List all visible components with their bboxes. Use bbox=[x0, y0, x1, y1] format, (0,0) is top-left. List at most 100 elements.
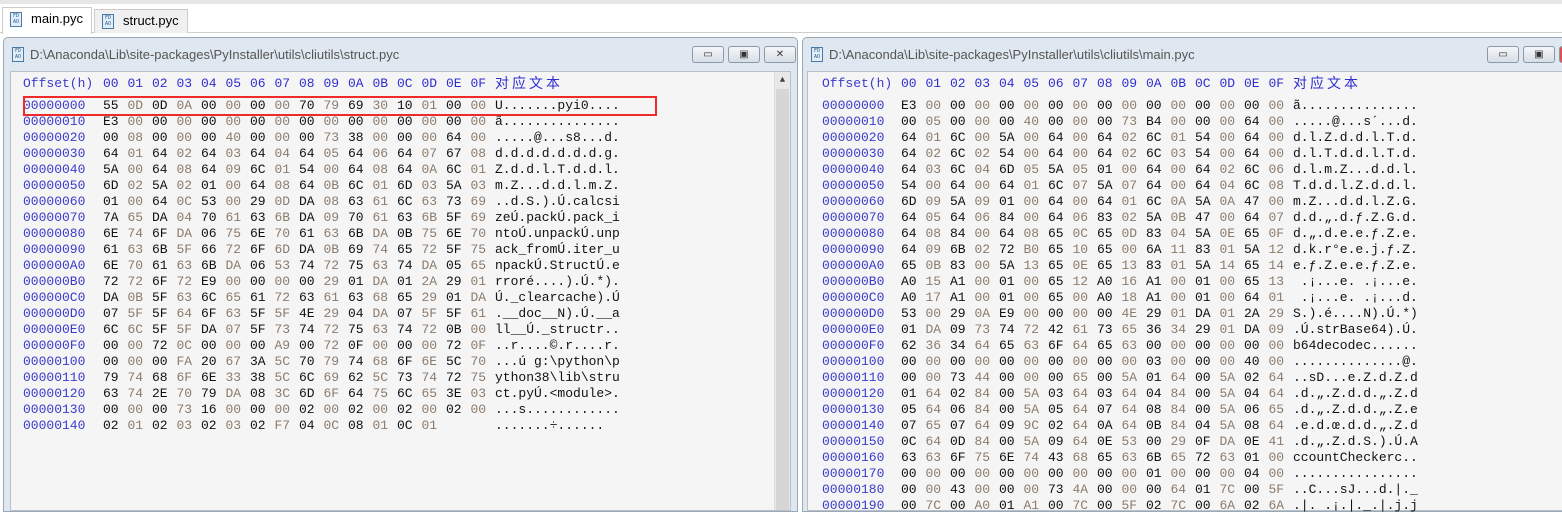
hex-byte[interactable]: 5F bbox=[177, 322, 201, 338]
hex-byte[interactable]: 6C bbox=[348, 178, 372, 194]
hex-byte[interactable]: 72 bbox=[177, 274, 201, 290]
hex-byte[interactable]: 02 bbox=[1048, 418, 1072, 434]
hex-byte[interactable]: 73 bbox=[397, 370, 421, 386]
window-titlebar[interactable]: FD AO D:\Anaconda\Lib\site-packages\PyIns… bbox=[4, 38, 797, 70]
vertical-scrollbar[interactable]: ▲ bbox=[774, 72, 790, 510]
row-text[interactable]: ll__Ú._structr.. bbox=[495, 322, 620, 338]
close-button[interactable]: ✕ bbox=[764, 46, 796, 63]
hex-byte[interactable]: 0E bbox=[1073, 258, 1097, 274]
hex-byte[interactable]: 00 bbox=[299, 130, 323, 146]
hex-byte[interactable]: 61 bbox=[1073, 322, 1097, 338]
row-text[interactable]: .¡...e. .¡...e. bbox=[1293, 274, 1418, 290]
hex-byte[interactable]: 64 bbox=[1171, 482, 1195, 498]
hex-byte[interactable]: 64 bbox=[901, 130, 925, 146]
hex-byte[interactable]: 62 bbox=[348, 370, 372, 386]
hex-byte[interactable]: 84 bbox=[950, 226, 974, 242]
hex-byte[interactable]: 6E bbox=[201, 370, 225, 386]
hex-byte[interactable]: 02 bbox=[1122, 146, 1146, 162]
hex-byte[interactable]: 02 bbox=[950, 386, 974, 402]
hex-byte[interactable]: 00 bbox=[1171, 98, 1195, 114]
hex-byte[interactable]: 2E bbox=[152, 386, 176, 402]
hex-byte[interactable]: 00 bbox=[901, 498, 925, 514]
hex-byte[interactable]: 53 bbox=[275, 258, 299, 274]
hex-byte[interactable]: DA bbox=[373, 306, 397, 322]
hex-byte[interactable]: 00 bbox=[201, 130, 225, 146]
hex-byte[interactable]: 61 bbox=[324, 290, 348, 306]
hex-byte[interactable]: 53 bbox=[201, 194, 225, 210]
hex-byte[interactable]: A0 bbox=[901, 290, 925, 306]
hex-byte[interactable]: 00 bbox=[1195, 386, 1219, 402]
hex-byte[interactable]: 72 bbox=[324, 258, 348, 274]
hex-byte[interactable]: 00 bbox=[926, 482, 950, 498]
hex-byte[interactable]: 75 bbox=[348, 322, 372, 338]
hex-byte[interactable]: 6A bbox=[1146, 242, 1170, 258]
hex-byte[interactable]: 07 bbox=[901, 418, 925, 434]
hex-byte[interactable]: 00 bbox=[999, 386, 1023, 402]
hex-byte[interactable]: 5A bbox=[1244, 242, 1268, 258]
hex-byte[interactable]: 00 bbox=[950, 114, 974, 130]
hex-byte[interactable]: 09 bbox=[1048, 434, 1072, 450]
hex-byte[interactable]: 04 bbox=[299, 418, 323, 434]
row-text[interactable]: ct.pyÚ.<module>. bbox=[495, 386, 620, 402]
hex-byte[interactable]: 5F bbox=[128, 306, 152, 322]
hex-byte[interactable]: 68 bbox=[373, 290, 397, 306]
hex-byte[interactable]: 08 bbox=[471, 146, 495, 162]
row-text[interactable]: d.l.T.d.d.l.T.d. bbox=[1293, 146, 1418, 162]
row-text[interactable]: ................ bbox=[1293, 466, 1418, 482]
hex-byte[interactable]: 00 bbox=[1122, 482, 1146, 498]
hex-byte[interactable]: 02 bbox=[128, 178, 152, 194]
row-text[interactable]: b64decodec...... bbox=[1293, 338, 1418, 354]
hex-byte[interactable]: 00 bbox=[926, 354, 950, 370]
hex-byte[interactable]: 00 bbox=[1244, 482, 1268, 498]
hex-byte[interactable]: 04 bbox=[1244, 466, 1268, 482]
row-text[interactable]: d.k.r°e.e.j.ƒ.Z. bbox=[1293, 242, 1418, 258]
hex-byte[interactable]: 0B bbox=[128, 290, 152, 306]
hex-byte[interactable]: 5F bbox=[446, 210, 470, 226]
hex-byte[interactable]: 00 bbox=[975, 482, 999, 498]
hex-byte[interactable]: 02 bbox=[152, 418, 176, 434]
hex-byte[interactable]: 38 bbox=[250, 370, 274, 386]
hex-byte[interactable]: 01 bbox=[373, 178, 397, 194]
hex-byte[interactable]: 72 bbox=[422, 242, 446, 258]
hex-byte[interactable]: 00 bbox=[226, 402, 250, 418]
row-text[interactable]: d.d.„.d.ƒ.Z.G.d. bbox=[1293, 210, 1418, 226]
hex-byte[interactable]: 79 bbox=[324, 354, 348, 370]
hex-byte[interactable]: 64 bbox=[1122, 386, 1146, 402]
hex-byte[interactable]: 65 bbox=[226, 290, 250, 306]
hex-byte[interactable]: 66 bbox=[201, 242, 225, 258]
hex-byte[interactable]: 64 bbox=[201, 146, 225, 162]
hex-byte[interactable]: 65 bbox=[1244, 274, 1268, 290]
hex-byte[interactable]: 00 bbox=[471, 322, 495, 338]
hex-byte[interactable]: DA bbox=[103, 290, 127, 306]
row-text[interactable]: npackÚ.StructÚ.e bbox=[495, 258, 620, 274]
hex-byte[interactable]: 5A bbox=[1220, 402, 1244, 418]
hex-byte[interactable]: 6B bbox=[201, 258, 225, 274]
hex-byte[interactable]: 00 bbox=[975, 226, 999, 242]
hex-byte[interactable]: DA bbox=[422, 258, 446, 274]
hex-byte[interactable]: 08 bbox=[177, 162, 201, 178]
hex-byte[interactable]: 05 bbox=[926, 114, 950, 130]
hex-byte[interactable]: 65 bbox=[1171, 450, 1195, 466]
hex-byte[interactable]: 64 bbox=[1146, 178, 1170, 194]
hex-byte[interactable]: DA bbox=[373, 274, 397, 290]
hex-byte[interactable]: DA bbox=[1220, 434, 1244, 450]
hex-byte[interactable]: 33 bbox=[226, 370, 250, 386]
hex-byte[interactable]: 29 bbox=[422, 290, 446, 306]
hex-byte[interactable]: 68 bbox=[152, 370, 176, 386]
hex-byte[interactable]: 00 bbox=[103, 130, 127, 146]
row-text[interactable]: rroré....).Ú.*). bbox=[495, 274, 620, 290]
hex-byte[interactable]: 08 bbox=[1244, 418, 1268, 434]
hex-byte[interactable]: 00 bbox=[471, 402, 495, 418]
row-text[interactable]: ython38\lib\stru bbox=[495, 370, 620, 386]
hex-byte[interactable]: 00 bbox=[1269, 114, 1293, 130]
hex-byte[interactable]: 73 bbox=[1048, 482, 1072, 498]
hex-byte[interactable]: 6C bbox=[950, 162, 974, 178]
tab-struct-pyc[interactable]: FD AO struct.pyc bbox=[94, 9, 188, 33]
hex-byte[interactable]: 01 bbox=[926, 130, 950, 146]
hex-byte[interactable]: 00 bbox=[250, 402, 274, 418]
hex-byte[interactable]: 00 bbox=[1195, 114, 1219, 130]
hex-byte[interactable]: 00 bbox=[1048, 498, 1072, 514]
hex-byte[interactable]: 6C bbox=[1048, 178, 1072, 194]
hex-byte[interactable]: 02 bbox=[177, 178, 201, 194]
hex-byte[interactable]: DA bbox=[226, 258, 250, 274]
